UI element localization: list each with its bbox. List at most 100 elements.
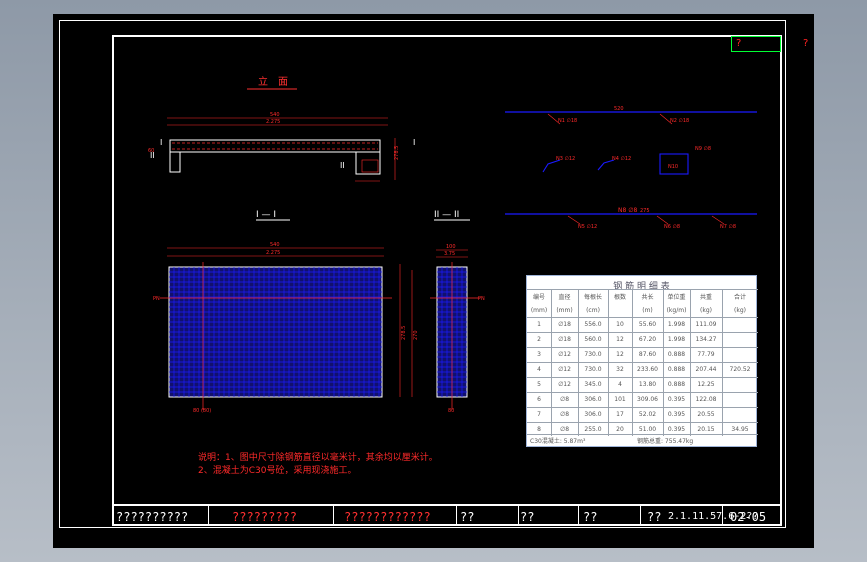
rebar-r5: N5 ∅12: [578, 224, 597, 230]
title-sep: [640, 506, 641, 524]
table-cell: 13.80: [638, 381, 657, 388]
table-footer-concrete: C30混凝土: 5.87m³: [530, 438, 586, 445]
table-row-divider: [527, 362, 758, 363]
grid-dim-sub: 2.275: [266, 250, 280, 256]
left-post: [169, 151, 181, 173]
title-project: ?????????: [232, 510, 298, 524]
table-cell: 556.0: [584, 321, 602, 328]
table-cell: 20.15: [697, 426, 715, 433]
table-cell: ∅12: [558, 351, 571, 358]
title-company: ??????????: [116, 510, 189, 524]
drawing-notes: 说明：1、图中尺寸除钢筋直径以毫米计，其余均以厘米计。2、混凝土为C30号砼，采…: [198, 453, 438, 476]
sec-dim-w: 100: [446, 244, 456, 250]
table-cell: 720.52: [729, 366, 751, 373]
table-cell: 8: [537, 426, 541, 433]
title-design: ??: [460, 510, 475, 524]
section-mark-2-right: II: [340, 161, 345, 170]
dim-top-len: 540: [270, 112, 280, 118]
section-mark-2-left: II: [150, 151, 155, 160]
table-cell: 730.0: [584, 366, 602, 373]
rebar-box: N10: [668, 164, 678, 170]
table-header: 每根长: [583, 294, 602, 301]
table-cell: 0.395: [667, 426, 686, 433]
table-cell: 309.06: [637, 396, 658, 403]
table-cell: 5: [537, 381, 541, 388]
table-header: 共重: [699, 294, 712, 301]
section-mark-1-right: I: [413, 138, 415, 147]
table-cell: 111.09: [695, 321, 717, 328]
table-row-divider: [527, 377, 758, 378]
table-cell: 7: [537, 411, 541, 418]
table-cell: 52.02: [638, 411, 657, 418]
table-cell: ∅18: [558, 321, 571, 328]
mesh-left-mark: PN: [153, 296, 160, 302]
sec-bottom-mark: 80: [448, 408, 454, 414]
table-cell: 2: [537, 336, 541, 343]
table-footer-steel: 钢筋总重: 755.47kg: [637, 438, 694, 445]
table-cell: 345.0: [584, 381, 602, 388]
section-1-title: I — I: [256, 210, 276, 220]
rebar-top-dim: 520: [614, 106, 624, 112]
table-row-divider: [527, 392, 758, 393]
table-cell: 77.79: [697, 351, 715, 358]
table-cell: ∅8: [559, 411, 570, 418]
title-check: ??: [520, 510, 535, 524]
table-row-divider: [527, 332, 758, 333]
table-cell: 4: [618, 381, 622, 388]
table-unit: (mm): [556, 307, 573, 314]
table-cell: ∅8: [559, 426, 570, 433]
title-sep: [518, 506, 519, 524]
table-cell: 122.08: [695, 396, 717, 403]
title-sep: [456, 506, 457, 524]
sec-right-mark: PN: [478, 296, 485, 302]
dim-height: 278.5: [394, 146, 400, 160]
table-cell: 20.55: [697, 411, 715, 418]
mesh-dim-h1: 278.5: [401, 326, 407, 340]
table-row-divider: [527, 317, 758, 318]
table-cell: 1: [537, 321, 541, 328]
rebar-r5-leader: [567, 215, 581, 225]
table-cell: 207.44: [695, 366, 717, 373]
table-unit: (kg/m): [666, 307, 687, 314]
table-cell: 20: [616, 426, 624, 433]
section-mark-1-left: I: [160, 138, 162, 147]
table-cell: 12: [616, 336, 624, 343]
dim-top-sub: 2.275: [266, 119, 280, 125]
sec-dim-sub: 3.75: [444, 251, 455, 257]
table-row-divider: [527, 347, 758, 348]
table-cell: ∅12: [558, 366, 571, 373]
table-cell: 55.60: [638, 321, 657, 328]
table-cell: ∅18: [558, 336, 571, 343]
table-cell: 4: [537, 366, 541, 373]
table-cell: 34.95: [731, 426, 749, 433]
table-header: 共长: [641, 294, 654, 301]
table-unit: (kg): [700, 307, 712, 314]
table-cell: 0.888: [667, 351, 686, 358]
table-unit: (m): [642, 307, 653, 314]
table-cell: 87.60: [638, 351, 657, 358]
table-cell: ∅8: [559, 396, 570, 403]
mesh-dim-h2: 270: [413, 330, 419, 340]
rebar-r6-leader: [656, 215, 669, 225]
rebar-r9: N9 ∅8: [695, 146, 711, 152]
table-cell: 306.0: [584, 411, 602, 418]
table-header: 合计: [733, 294, 746, 301]
table-cell: 17: [616, 411, 624, 418]
section-2-title: II — II: [434, 210, 459, 220]
table-cell: 51.00: [638, 426, 657, 433]
title-sheet: 02-05: [730, 510, 767, 524]
rebar-mid-dim: 275: [640, 208, 650, 214]
rebar-r3: N3 ∅12: [556, 156, 575, 162]
title-review: ??: [583, 510, 598, 524]
table-cell: 730.0: [584, 351, 602, 358]
table-cell: 32: [616, 366, 624, 373]
mesh-bottom-mark: 80 (80): [193, 408, 211, 414]
table-cell: 3: [537, 351, 541, 358]
title-block: ?????????? ????????? ???????????? ?? ?? …: [112, 504, 782, 524]
table-cell: 560.0: [584, 336, 602, 343]
title-sep: [578, 506, 579, 524]
table-row-divider: [527, 434, 758, 435]
table-cell: 12.25: [697, 381, 715, 388]
table-cell: 0.395: [667, 411, 686, 418]
table-header: 直径: [558, 294, 571, 301]
